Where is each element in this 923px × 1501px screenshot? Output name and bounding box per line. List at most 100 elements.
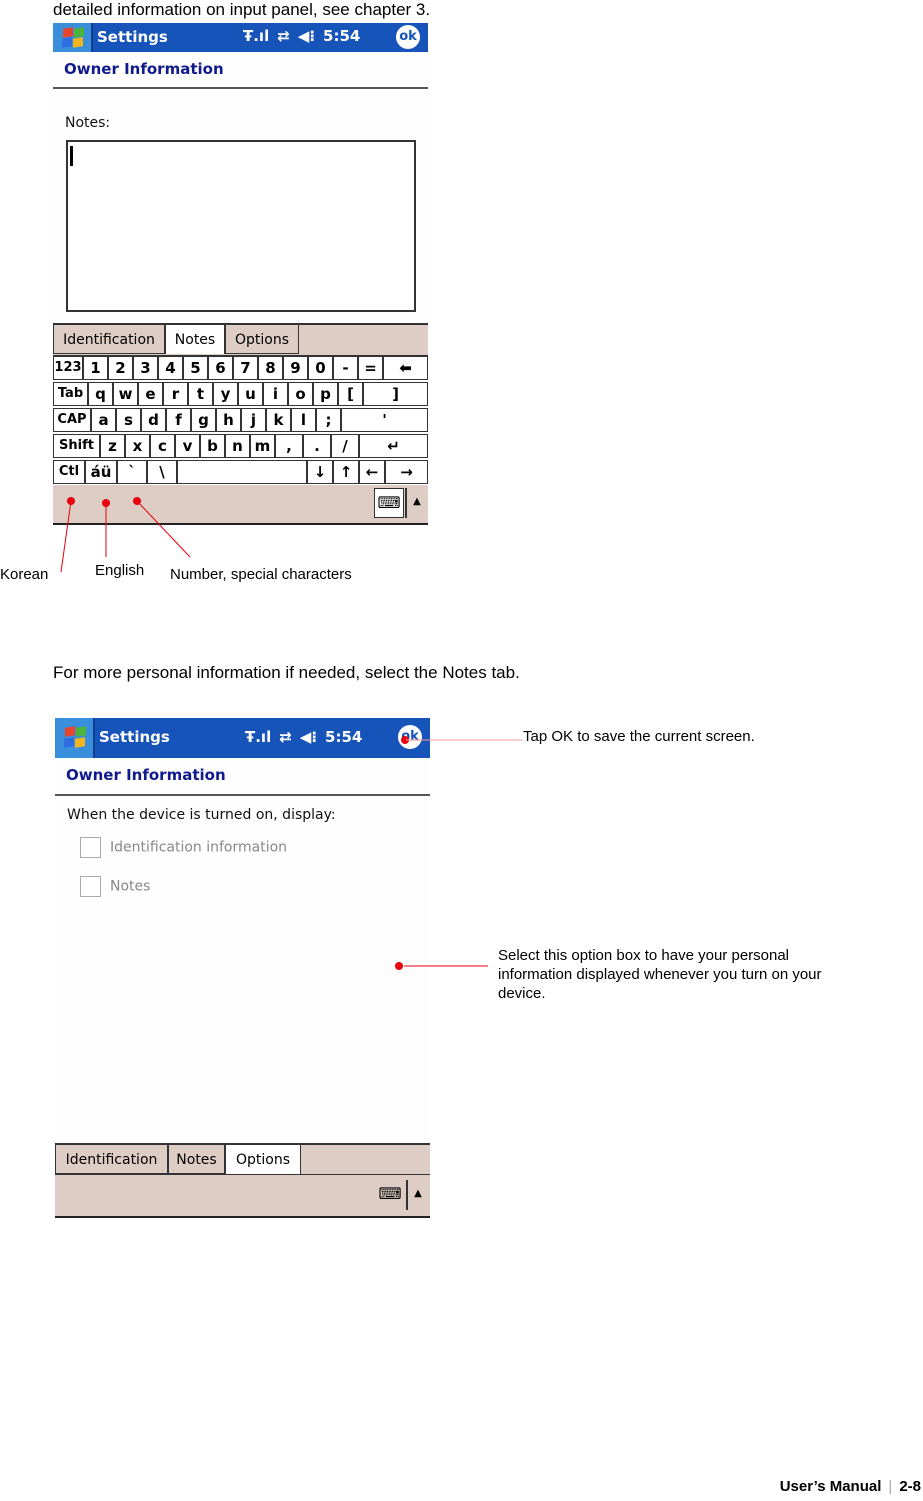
key[interactable]: / bbox=[331, 434, 359, 458]
key[interactable]: s bbox=[116, 408, 141, 432]
key-numbers[interactable]: 123 bbox=[53, 356, 83, 380]
key[interactable]: ; bbox=[316, 408, 341, 432]
footer-separator: | bbox=[888, 1478, 893, 1495]
key-shift[interactable]: Shift bbox=[53, 434, 100, 458]
key[interactable]: f bbox=[166, 408, 191, 432]
key[interactable]: 1 bbox=[83, 356, 108, 380]
tab-identification[interactable]: Identification bbox=[55, 1143, 168, 1174]
key[interactable]: 0 bbox=[308, 356, 333, 380]
key[interactable]: x bbox=[125, 434, 150, 458]
key[interactable]: k bbox=[266, 408, 291, 432]
key[interactable]: c bbox=[150, 434, 175, 458]
key[interactable]: p bbox=[313, 382, 338, 406]
key[interactable]: 7 bbox=[233, 356, 258, 380]
page-title: Owner Information bbox=[64, 60, 224, 78]
callout-korean: Korean bbox=[0, 566, 49, 583]
tab-options[interactable]: Options bbox=[225, 323, 299, 354]
key[interactable]: h bbox=[216, 408, 241, 432]
key-enter[interactable]: ↵ bbox=[359, 434, 428, 458]
key[interactable]: o bbox=[288, 382, 313, 406]
tab-notes[interactable]: Notes bbox=[168, 1143, 225, 1174]
key-intl[interactable]: áü bbox=[85, 460, 117, 484]
key[interactable]: - bbox=[333, 356, 358, 380]
keyboard-row: Ctl áü ` \ ↓ ↑ ← → bbox=[53, 460, 428, 484]
key[interactable]: l bbox=[291, 408, 316, 432]
key[interactable]: ' bbox=[341, 408, 428, 432]
key[interactable]: j bbox=[241, 408, 266, 432]
key[interactable]: m bbox=[250, 434, 275, 458]
key[interactable]: ` bbox=[117, 460, 147, 484]
page-title: Owner Information bbox=[66, 766, 226, 784]
signal-icon[interactable]: Ŧ.ıl bbox=[245, 728, 271, 746]
key[interactable]: q bbox=[88, 382, 113, 406]
key[interactable]: u bbox=[238, 382, 263, 406]
key[interactable]: v bbox=[175, 434, 200, 458]
input-menu-arrow-icon[interactable]: ▲ bbox=[406, 1180, 428, 1210]
tab-bar: Identification Notes Options bbox=[55, 1143, 430, 1176]
clock[interactable]: 5:54 bbox=[325, 728, 362, 746]
key-tab[interactable]: Tab bbox=[53, 382, 88, 406]
key-right[interactable]: → bbox=[385, 460, 428, 484]
tab-notes[interactable]: Notes bbox=[165, 323, 225, 354]
key[interactable]: i bbox=[263, 382, 288, 406]
key-down[interactable]: ↓ bbox=[307, 460, 333, 484]
key[interactable]: 2 bbox=[108, 356, 133, 380]
key[interactable]: t bbox=[188, 382, 213, 406]
key[interactable]: w bbox=[113, 382, 138, 406]
signal-icon[interactable]: Ŧ.ıl bbox=[243, 27, 269, 45]
key[interactable]: d bbox=[141, 408, 166, 432]
manual-title: User’s Manual bbox=[779, 1478, 882, 1495]
clock[interactable]: 5:54 bbox=[323, 27, 360, 45]
key-ctrl[interactable]: Ctl bbox=[53, 460, 85, 484]
callout-lines-1 bbox=[60, 500, 191, 573]
key[interactable]: 9 bbox=[283, 356, 308, 380]
identification-checkbox[interactable] bbox=[80, 837, 101, 858]
speaker-icon[interactable]: ◀⁝ bbox=[300, 728, 317, 746]
key[interactable]: , bbox=[275, 434, 303, 458]
connectivity-icon[interactable]: ⇄ bbox=[279, 728, 292, 746]
display-label: When the device is turned on, display: bbox=[67, 807, 336, 823]
key[interactable]: 3 bbox=[133, 356, 158, 380]
connectivity-icon[interactable]: ⇄ bbox=[277, 27, 290, 45]
key[interactable]: b bbox=[200, 434, 225, 458]
notes-label: Notes: bbox=[65, 115, 111, 131]
tab-options[interactable]: Options bbox=[225, 1143, 301, 1174]
windows-start-icon[interactable] bbox=[53, 23, 93, 52]
key-backspace[interactable]: ⬅ bbox=[383, 356, 428, 380]
key[interactable]: = bbox=[358, 356, 383, 380]
key[interactable]: z bbox=[100, 434, 125, 458]
key[interactable]: g bbox=[191, 408, 216, 432]
key[interactable]: 4 bbox=[158, 356, 183, 380]
key[interactable]: ] bbox=[363, 382, 428, 406]
keyboard-icon[interactable]: ⌨ bbox=[375, 1180, 405, 1210]
option-notes[interactable]: Notes bbox=[80, 876, 150, 897]
input-panel-bar: ⌨ ▲ bbox=[55, 1174, 430, 1218]
key[interactable]: \ bbox=[147, 460, 177, 484]
tab-identification[interactable]: Identification bbox=[53, 323, 165, 354]
callout-line-korean bbox=[60, 500, 72, 573]
notes-checkbox[interactable] bbox=[80, 876, 101, 897]
key-caps[interactable]: CAP bbox=[53, 408, 91, 432]
key-space[interactable] bbox=[177, 460, 307, 484]
key[interactable]: y bbox=[213, 382, 238, 406]
key[interactable]: a bbox=[91, 408, 116, 432]
windows-start-icon[interactable] bbox=[55, 718, 95, 758]
key[interactable]: n bbox=[225, 434, 250, 458]
key[interactable]: . bbox=[303, 434, 331, 458]
key[interactable]: [ bbox=[338, 382, 363, 406]
screenshot-notes-tab: Settings Ŧ.ıl ⇄ ◀⁝ 5:54 ok Owner Informatio… bbox=[53, 23, 428, 525]
key-left[interactable]: ← bbox=[359, 460, 385, 484]
key[interactable]: r bbox=[163, 382, 188, 406]
ok-button[interactable]: ok bbox=[396, 25, 420, 49]
key[interactable]: 8 bbox=[258, 356, 283, 380]
option-identification[interactable]: Identification information bbox=[80, 837, 287, 858]
key-up[interactable]: ↑ bbox=[333, 460, 359, 484]
callout-numbers: Number, special characters bbox=[170, 566, 352, 583]
status-icons: Ŧ.ıl ⇄ ◀⁝ 5:54 bbox=[245, 728, 370, 746]
key[interactable]: e bbox=[138, 382, 163, 406]
notes-textarea[interactable] bbox=[66, 140, 416, 312]
key[interactable]: 5 bbox=[183, 356, 208, 380]
title-bar: Settings Ŧ.ıl ⇄ ◀⁝ 5:54 ok bbox=[53, 23, 428, 52]
key[interactable]: 6 bbox=[208, 356, 233, 380]
speaker-icon[interactable]: ◀⁝ bbox=[298, 27, 315, 45]
